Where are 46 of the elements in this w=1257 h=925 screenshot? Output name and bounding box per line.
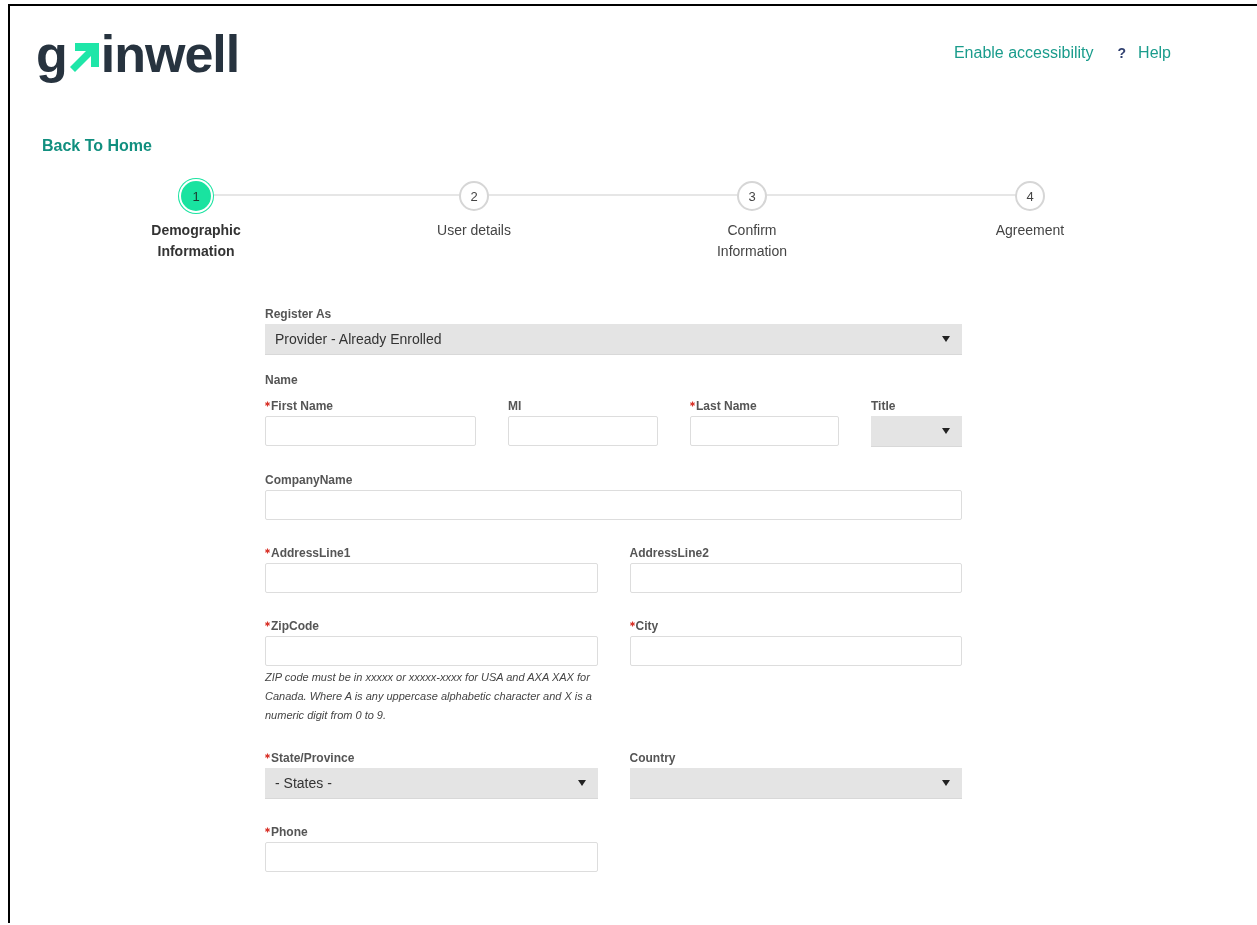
input-field[interactable]: [265, 842, 598, 872]
step-label: User details: [436, 221, 512, 240]
help-icon: ?: [1117, 45, 1127, 61]
arrow-icon: [68, 43, 99, 73]
back-link[interactable]: Back To Home: [42, 137, 152, 155]
step-circle: 2: [459, 181, 489, 211]
step-circle: 1: [181, 181, 211, 211]
step-label: Demographic Information: [150, 221, 242, 261]
step-label: Confirm Information: [715, 221, 788, 261]
dropdown[interactable]: [629, 768, 962, 799]
input-field[interactable]: [265, 490, 962, 520]
step-label: Agreement: [994, 221, 1066, 240]
field-label: Country: [629, 751, 676, 765]
field-label: State/Province: [271, 751, 355, 765]
input-field[interactable]: [629, 636, 962, 666]
step-circle: 3: [737, 181, 767, 211]
input-field[interactable]: [265, 416, 476, 446]
help-text: ZIP code must be in xxxxx or xxxxx-xxxx for USA and AXA XAX for Canada. Where A is any uppercase alphabetic character and X is a numeric digit from 0 to 9.: [265, 670, 593, 723]
field-label: AddressLine1: [271, 546, 351, 560]
field-label: City: [635, 619, 659, 633]
logo-text: inwell: [100, 28, 240, 80]
help-link[interactable]: Help: [1138, 44, 1171, 62]
input-field[interactable]: [690, 416, 839, 446]
field-label: Title: [871, 399, 896, 413]
section-heading: Name: [265, 373, 299, 387]
input-field[interactable]: [265, 563, 598, 593]
caret-icon: [942, 428, 950, 434]
step-circle: 4: [1015, 181, 1045, 211]
field-label: Register As: [265, 307, 332, 321]
field-label: ZipCode: [271, 619, 319, 633]
field-label: CompanyName: [265, 473, 353, 487]
field-label: Phone: [271, 825, 308, 839]
dropdown[interactable]: - States -: [265, 768, 598, 799]
caret-icon: [942, 780, 950, 786]
dropdown[interactable]: Provider - Already Enrolled: [265, 324, 962, 355]
input-field[interactable]: [265, 636, 598, 666]
field-label: AddressLine2: [629, 546, 709, 560]
accessibility-link[interactable]: Enable accessibility: [953, 44, 1094, 62]
input-field[interactable]: [508, 416, 658, 446]
field-label: Last Name: [696, 399, 757, 413]
caret-icon: [942, 336, 950, 342]
input-field[interactable]: [629, 563, 962, 593]
caret-icon: [577, 780, 586, 786]
field-label: First Name: [271, 399, 334, 413]
dropdown[interactable]: [871, 416, 962, 447]
field-label: MI: [508, 399, 522, 413]
